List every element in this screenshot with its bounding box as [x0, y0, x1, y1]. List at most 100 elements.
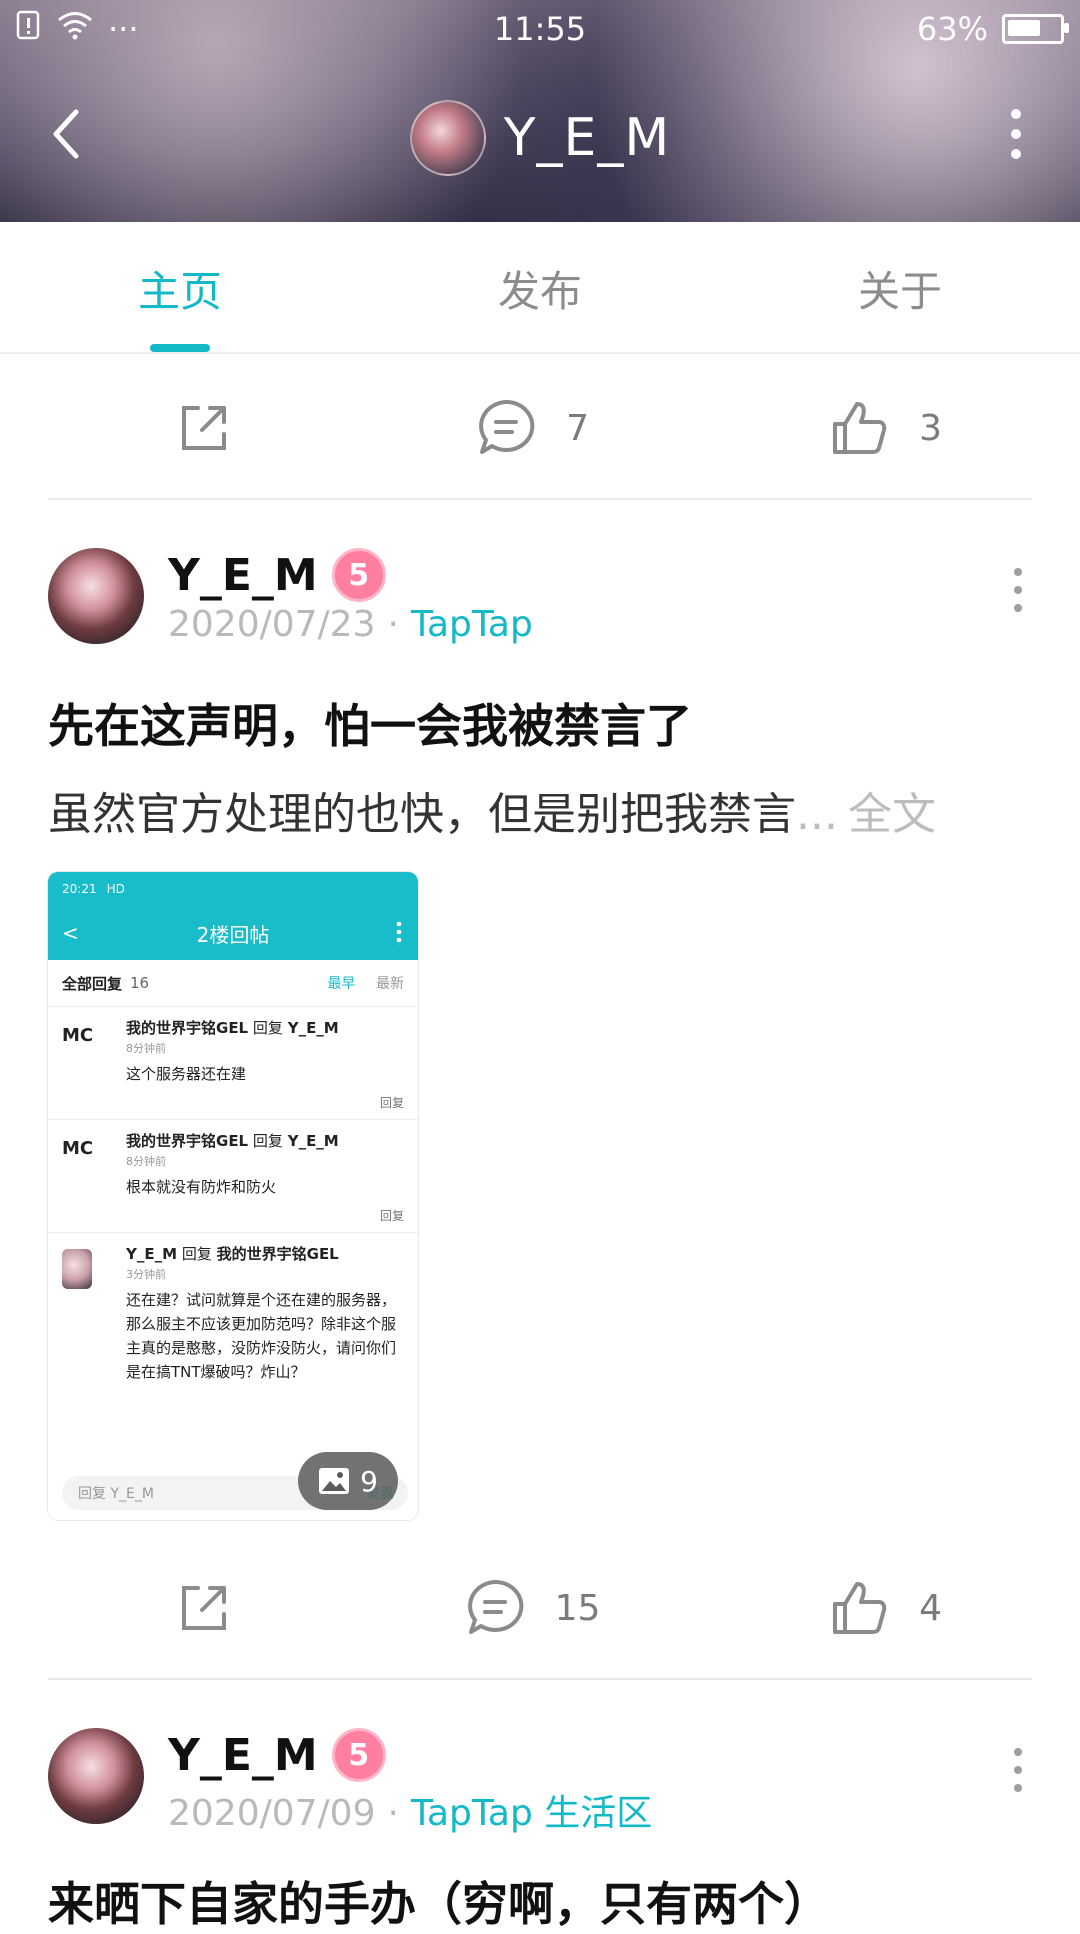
image-reply: MC 我的世界宇铭GEL 回复 Y_E_M 8分钟前 这个服务器还在建 回复 [48, 1007, 418, 1120]
share-button[interactable] [172, 1576, 236, 1640]
like-count: 4 [919, 1587, 942, 1629]
image-reply-count: 16 [130, 974, 150, 992]
image-status-hd: HD [106, 882, 125, 896]
image-reply-user: Y_E_M [126, 1245, 178, 1263]
image-status-time: 20:21 [62, 882, 97, 896]
image-replies-header: 全部回复 16 最早 最新 [48, 960, 418, 1007]
battery-icon [1002, 14, 1069, 44]
post-forum-link[interactable]: TapTap [411, 604, 533, 645]
author-avatar[interactable] [48, 1728, 144, 1824]
tab-posts-label: 发布 [497, 267, 582, 316]
image-reply-word: 回复 [252, 1132, 283, 1150]
share-icon [182, 1586, 226, 1630]
comment-icon [467, 1579, 523, 1634]
comment-count: 7 [566, 407, 589, 449]
image-reply-to: Y_E_M [287, 1132, 339, 1150]
status-bar: ··· 11:55 63% [0, 0, 1080, 56]
comment-count: 15 [554, 1587, 601, 1629]
post-actions: 15 4 [48, 1548, 1032, 1668]
image-reply-text: 还在建？试问就算是个还在建的服务器，那么服主不应该更加防范吗？除非这个服主真的是… [126, 1291, 397, 1381]
post-meta: 2020/07/23 · TapTap [168, 604, 533, 645]
profile-header: ··· 11:55 63% Y_E_M [0, 0, 1080, 222]
status-right: 63% [917, 10, 1069, 48]
top-nav: Y_E_M [0, 80, 1080, 200]
image-reply-footer: 回复 [379, 1209, 404, 1223]
image-status-bar: 20:21 HD [48, 872, 418, 906]
more-dot [1011, 149, 1021, 159]
more-options-button[interactable] [992, 102, 1040, 166]
image-reply-text: 这个服务器还在建 [126, 1065, 247, 1083]
tab-posts[interactable]: 发布 [360, 222, 720, 352]
post-excerpt: 虽然官方处理的也快，但是别把我禁言 [48, 789, 796, 840]
author-name[interactable]: Y_E_M [168, 550, 318, 601]
level-badge: 5 [331, 548, 386, 602]
battery-fill [1008, 20, 1040, 36]
comment-button[interactable]: 7 [474, 396, 589, 460]
tab-home-label: 主页 [137, 267, 222, 316]
like-count: 3 [919, 407, 942, 449]
image-sort-newest: 最新 [376, 976, 404, 992]
image-reply-time: 3分钟前 [126, 1268, 166, 1281]
post-image[interactable]: 20:21 HD < 2楼回帖 全部回复 16 最早 最新 MC 我的世界宇铭G… [48, 872, 418, 1520]
more-dot [1011, 109, 1021, 119]
post-more-button[interactable] [1014, 568, 1022, 612]
image-icon [319, 1468, 350, 1494]
tab-home[interactable]: 主页 [0, 222, 360, 352]
post-forum-link[interactable]: TapTap 生活区 [411, 1793, 652, 1834]
image-reply-user: 我的世界宇铭GEL [126, 1132, 249, 1150]
profile-tabs: 主页 发布 关于 [0, 222, 1080, 354]
image-more-icon [396, 920, 402, 946]
divider [48, 498, 1032, 500]
post-header: Y_E_M 5 2020/07/23 · TapTap [48, 548, 1032, 658]
image-back-icon: < [62, 921, 79, 945]
level-badge: 5 [331, 1728, 386, 1782]
post-title[interactable]: 来晒下自家的手办（穷啊，只有两个） [48, 1868, 1032, 1934]
post-meta: 2020/07/09 · TapTap 生活区 [168, 1784, 652, 1836]
image-reply-user: 我的世界宇铭GEL [126, 1019, 249, 1037]
more-dot [1014, 1766, 1022, 1774]
image-reply-avatar [62, 1249, 92, 1289]
avatar[interactable] [409, 100, 486, 176]
image-reply-footer: 回复 [379, 1096, 404, 1110]
image-reply: MC 我的世界宇铭GEL 回复 Y_E_M 8分钟前 根本就没有防炸和防火 回复 [48, 1120, 418, 1233]
more-dot [1014, 586, 1022, 594]
image-reply-to: Y_E_M [287, 1019, 339, 1037]
author-name[interactable]: Y_E_M [168, 1730, 318, 1781]
tab-about[interactable]: 关于 [720, 222, 1080, 352]
image-reply-to: 我的世界宇铭GEL [216, 1245, 339, 1263]
share-icon [182, 406, 226, 450]
post-date: 2020/07/09 [168, 1793, 376, 1834]
more-dot [1014, 1748, 1022, 1756]
meta-dot: · [387, 1793, 399, 1834]
share-button[interactable] [172, 396, 236, 460]
like-button[interactable]: 3 [827, 396, 942, 460]
image-reply-time: 8分钟前 [126, 1042, 166, 1055]
image-reply-avatar: MC [62, 1138, 94, 1159]
header-title-group: Y_E_M [0, 100, 1080, 176]
post-title[interactable]: 先在这声明，怕一会我被禁言了 [48, 690, 1032, 756]
post-body[interactable]: 虽然官方处理的也快，但是别把我禁言... 全文 [48, 778, 1032, 842]
author-line: Y_E_M 5 [168, 1728, 386, 1782]
more-dot [1014, 604, 1022, 612]
post-more-button[interactable] [1014, 1748, 1022, 1792]
like-button[interactable]: 4 [827, 1576, 942, 1640]
image-all-replies: 全部回复 [62, 974, 123, 993]
image-count-badge[interactable]: 9 [298, 1452, 398, 1510]
author-line: Y_E_M 5 [168, 548, 386, 602]
image-reply-text: 根本就没有防炸和防火 [126, 1178, 277, 1196]
more-dot [1014, 1784, 1022, 1792]
image-reply-word: 回复 [252, 1019, 283, 1037]
comment-button[interactable]: 15 [463, 1576, 601, 1640]
more-dot [1011, 129, 1021, 139]
image-count: 9 [360, 1464, 378, 1498]
divider [48, 1678, 1032, 1680]
image-reply: Y_E_M 回复 我的世界宇铭GEL 3分钟前 还在建？试问就算是个还在建的服务… [48, 1233, 418, 1392]
thumbs-up-icon [833, 402, 887, 454]
read-more-link[interactable]: 全文 [848, 789, 936, 840]
image-sort-earliest: 最早 [327, 976, 356, 992]
prev-post-actions: 7 3 [48, 368, 1032, 488]
image-reply-time: 8分钟前 [126, 1155, 166, 1168]
image-reply-word: 回复 [181, 1245, 212, 1263]
author-avatar[interactable] [48, 548, 144, 644]
active-tab-indicator [150, 344, 210, 352]
